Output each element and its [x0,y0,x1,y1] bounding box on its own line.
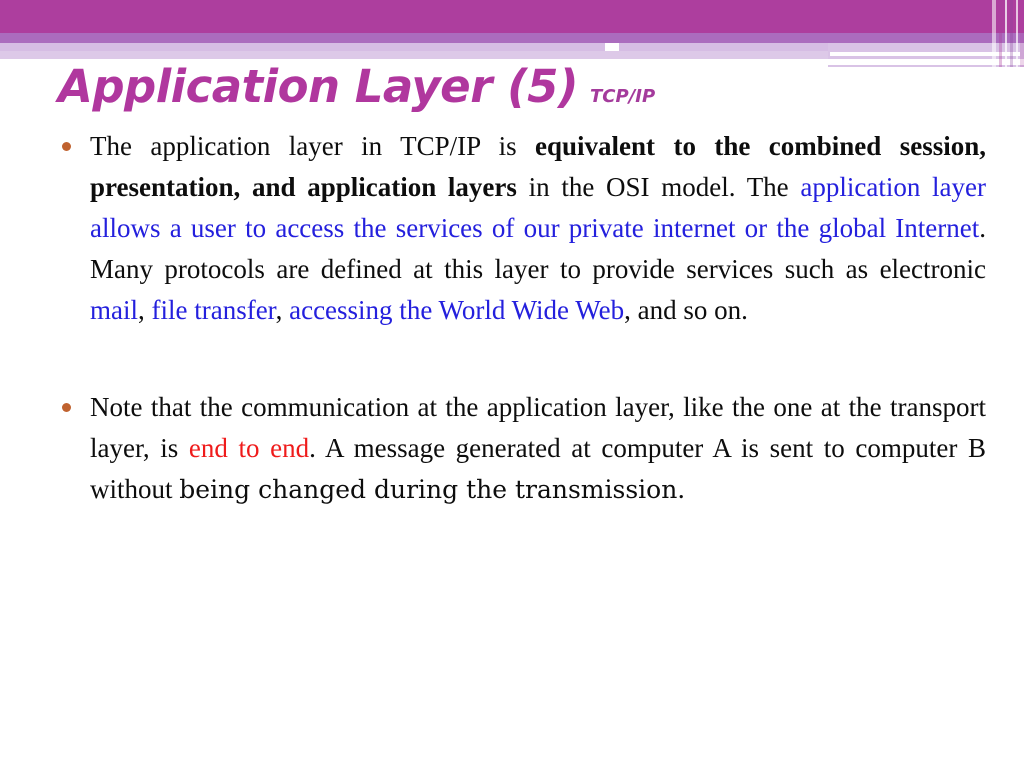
emphasis-blue: accessing the World Wide Web [289,295,625,325]
emphasis-blue: file transfer [151,295,276,325]
bullet-item: Note that the communication at the appli… [56,387,986,510]
header-stripe-3 [1005,0,1007,67]
bullet-text: The application layer in TCP/IP is equiv… [90,126,986,331]
slide-subtitle: TCP/IP [590,86,656,107]
header-white-block [740,59,1024,65]
text-run: , [275,295,290,325]
text-run: , [138,295,152,325]
slide-title-row: Application Layer (5) TCP/IP [58,60,655,113]
text-run: , and so on. [624,295,748,325]
bullet-marker-icon [62,403,71,412]
header-stripe-2 [999,0,1002,67]
emphasis-red: end to end [188,433,310,463]
emphasis-alt-face: being changed during the transmission. [179,475,686,504]
header-stripe-5 [1016,0,1018,67]
header-stripe-6 [1020,0,1024,67]
header-stripe-1 [992,0,996,67]
bullet-text: Note that the communication at the appli… [90,387,986,510]
slide-title: Application Layer (5) [58,60,579,113]
text-run: in the OSI model. The [516,172,801,202]
text-run: The application layer in TCP/IP is [90,131,536,161]
bullet-item: The application layer in TCP/IP is equiv… [56,126,986,331]
header-band-purple [0,33,1024,43]
emphasis-blue: mail [90,295,138,325]
bullet-marker-icon [62,142,71,151]
header-band-magenta [0,0,1024,33]
slide-body: The application layer in TCP/IP is equiv… [56,126,986,510]
header-band-lavender-lower [0,51,828,59]
header-stripe-4 [1010,0,1013,67]
